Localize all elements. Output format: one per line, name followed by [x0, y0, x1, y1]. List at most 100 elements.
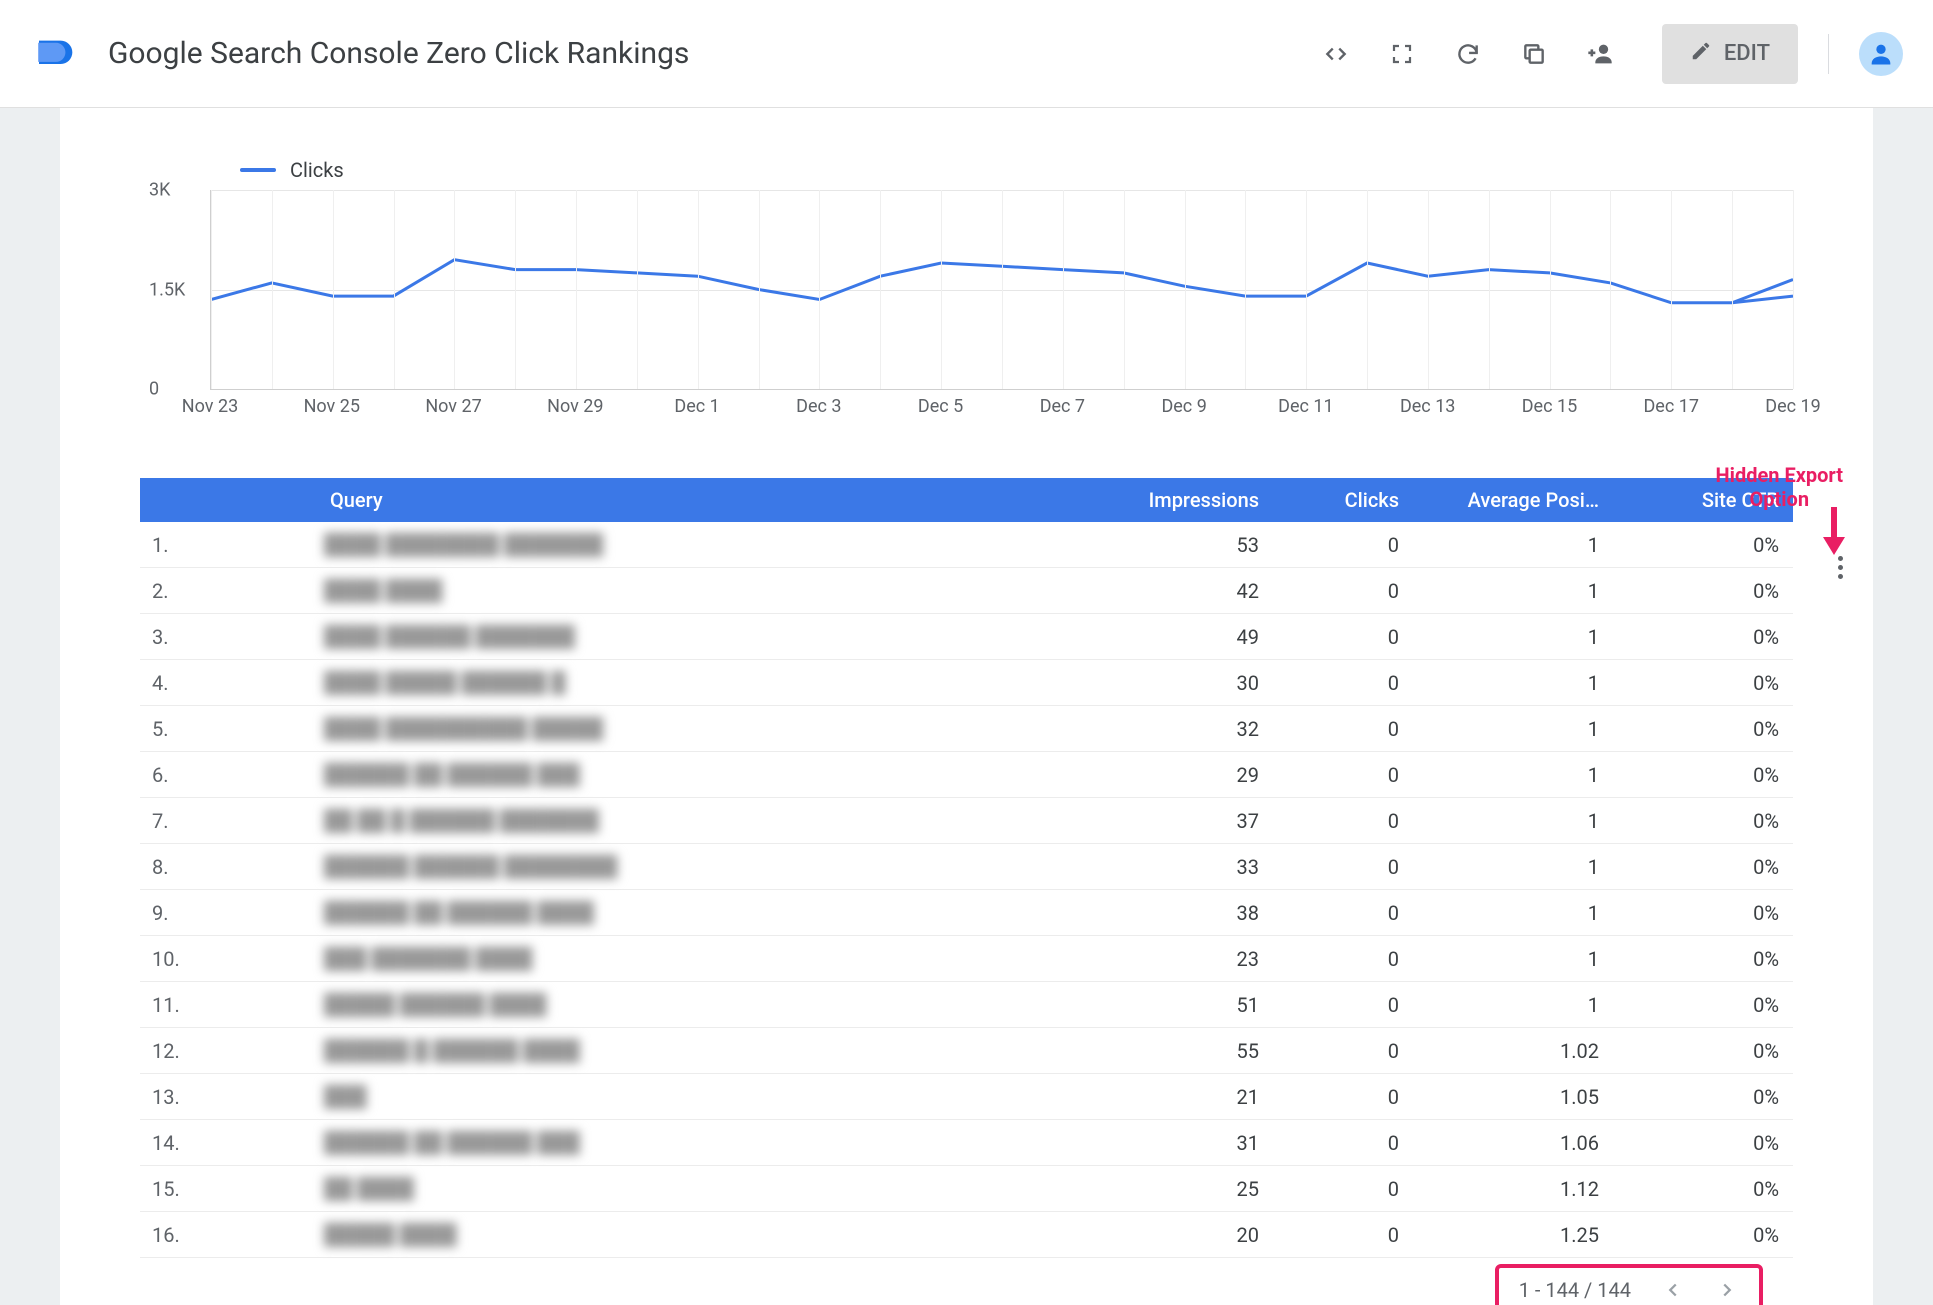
xtick: Nov 23	[182, 396, 238, 417]
cell-ctr: 0%	[1613, 936, 1793, 982]
pencil-icon	[1690, 40, 1712, 68]
row-number: 7.	[140, 798, 310, 844]
row-number: 4.	[140, 660, 310, 706]
cell-clicks: 0	[1273, 798, 1413, 844]
pager-prev-button[interactable]	[1661, 1278, 1685, 1302]
xtick: Nov 25	[304, 396, 360, 417]
cell-clicks: 0	[1273, 706, 1413, 752]
cell-query: ██████ ██ ██████ ███	[310, 1120, 1093, 1166]
ytick-3k: 3K	[149, 180, 170, 201]
table-row[interactable]: 3.████ ██████ ███████49010%	[140, 614, 1793, 660]
col-impressions[interactable]: Impressions	[1093, 478, 1273, 522]
cell-ctr: 0%	[1613, 982, 1793, 1028]
cell-impressions: 51	[1093, 982, 1273, 1028]
table-row[interactable]: 13.███2101.050%	[140, 1074, 1793, 1120]
cell-position: 1	[1413, 890, 1613, 936]
xtick: Dec 5	[918, 396, 963, 417]
fullscreen-icon[interactable]	[1388, 40, 1416, 68]
col-clicks[interactable]: Clicks	[1273, 478, 1413, 522]
table-row[interactable]: 7.██ ██ █ ██████ ███████37010%	[140, 798, 1793, 844]
table-more-options-button[interactable]	[1827, 554, 1853, 580]
pager-next-button[interactable]	[1715, 1278, 1739, 1302]
table-row[interactable]: 5.████ ██████████ █████32010%	[140, 706, 1793, 752]
cell-impressions: 23	[1093, 936, 1273, 982]
cell-position: 1	[1413, 798, 1613, 844]
cell-position: 1.25	[1413, 1212, 1613, 1258]
row-number: 6.	[140, 752, 310, 798]
cell-impressions: 21	[1093, 1074, 1273, 1120]
copy-icon[interactable]	[1520, 40, 1548, 68]
cell-clicks: 0	[1273, 522, 1413, 568]
table-row[interactable]: 14.██████ ██ ██████ ███3101.060%	[140, 1120, 1793, 1166]
cell-ctr: 0%	[1613, 844, 1793, 890]
table-row[interactable]: 9.██████ ██ ██████ ████38010%	[140, 890, 1793, 936]
table-row[interactable]: 15.██ ████2501.120%	[140, 1166, 1793, 1212]
cell-position: 1	[1413, 614, 1613, 660]
ytick-0: 0	[149, 379, 159, 400]
cell-impressions: 38	[1093, 890, 1273, 936]
cell-position: 1	[1413, 522, 1613, 568]
annotation-hidden-export: Hidden Export Option	[1716, 463, 1843, 511]
cell-position: 1	[1413, 982, 1613, 1028]
cell-position: 1.06	[1413, 1120, 1613, 1166]
col-avg-position[interactable]: Average Posi…	[1413, 478, 1613, 522]
cell-ctr: 0%	[1613, 1074, 1793, 1120]
cell-impressions: 30	[1093, 660, 1273, 706]
table-row[interactable]: 2.████ ████42010%	[140, 568, 1793, 614]
cell-query: ████ █████ ██████ █	[310, 660, 1093, 706]
cell-query: ██████ ██████ ████████	[310, 844, 1093, 890]
cell-impressions: 42	[1093, 568, 1273, 614]
cell-clicks: 0	[1273, 844, 1413, 890]
row-number: 14.	[140, 1120, 310, 1166]
cell-position: 1.12	[1413, 1166, 1613, 1212]
col-query[interactable]: Query	[310, 478, 1093, 522]
cell-ctr: 0%	[1613, 1028, 1793, 1074]
table-row[interactable]: 11.█████ ██████ ████51010%	[140, 982, 1793, 1028]
header-toolbar: Google Search Console Zero Click Ranking…	[0, 0, 1933, 108]
table-row[interactable]: 8.██████ ██████ ████████33010%	[140, 844, 1793, 890]
row-number: 13.	[140, 1074, 310, 1120]
row-number: 8.	[140, 844, 310, 890]
row-number: 2.	[140, 568, 310, 614]
user-avatar[interactable]	[1859, 32, 1903, 76]
cell-query: ██████ ██ ██████ ███	[310, 752, 1093, 798]
row-number: 10.	[140, 936, 310, 982]
table-header-row: Query Impressions Clicks Average Posi… S…	[140, 478, 1793, 522]
clicks-line-chart: Clicks 3K 1.5K 0 Nov 23Nov 25Nov 27Nov 2…	[140, 158, 1793, 428]
cell-position: 1.02	[1413, 1028, 1613, 1074]
legend-label-clicks: Clicks	[290, 158, 344, 182]
row-number: 9.	[140, 890, 310, 936]
cell-query: ███	[310, 1074, 1093, 1120]
edit-button[interactable]: EDIT	[1662, 24, 1798, 84]
table-row[interactable]: 16.█████ ████2001.250%	[140, 1212, 1793, 1258]
datastudio-logo-icon	[30, 30, 78, 78]
cell-ctr: 0%	[1613, 1212, 1793, 1258]
cell-query: █████ ██████ ████	[310, 982, 1093, 1028]
table-row[interactable]: 10.███ ███████ ████23010%	[140, 936, 1793, 982]
table-row[interactable]: 6.██████ ██ ██████ ███29010%	[140, 752, 1793, 798]
cell-impressions: 49	[1093, 614, 1273, 660]
cell-position: 1	[1413, 568, 1613, 614]
cell-query: █████ ████	[310, 1212, 1093, 1258]
xtick: Dec 11	[1278, 396, 1333, 417]
table-row[interactable]: 12.██████ █ ██████ ████5501.020%	[140, 1028, 1793, 1074]
cell-ctr: 0%	[1613, 798, 1793, 844]
cell-query: ████ ████████ ███████	[310, 522, 1093, 568]
table-row[interactable]: 1.████ ████████ ███████53010%	[140, 522, 1793, 568]
cell-clicks: 0	[1273, 1120, 1413, 1166]
embed-icon[interactable]	[1322, 40, 1350, 68]
cell-ctr: 0%	[1613, 1120, 1793, 1166]
edit-button-label: EDIT	[1724, 41, 1770, 66]
xtick: Dec 13	[1400, 396, 1455, 417]
table-pager: 1 - 144 / 144	[1495, 1264, 1763, 1305]
ytick-1_5k: 1.5K	[149, 279, 185, 300]
xtick: Dec 3	[796, 396, 841, 417]
xtick: Dec 17	[1643, 396, 1698, 417]
cell-clicks: 0	[1273, 890, 1413, 936]
share-add-person-icon[interactable]	[1586, 40, 1614, 68]
toolbar-divider	[1828, 34, 1829, 74]
query-table: Query Impressions Clicks Average Posi… S…	[140, 478, 1793, 1258]
row-number: 3.	[140, 614, 310, 660]
table-row[interactable]: 4.████ █████ ██████ █30010%	[140, 660, 1793, 706]
refresh-icon[interactable]	[1454, 40, 1482, 68]
